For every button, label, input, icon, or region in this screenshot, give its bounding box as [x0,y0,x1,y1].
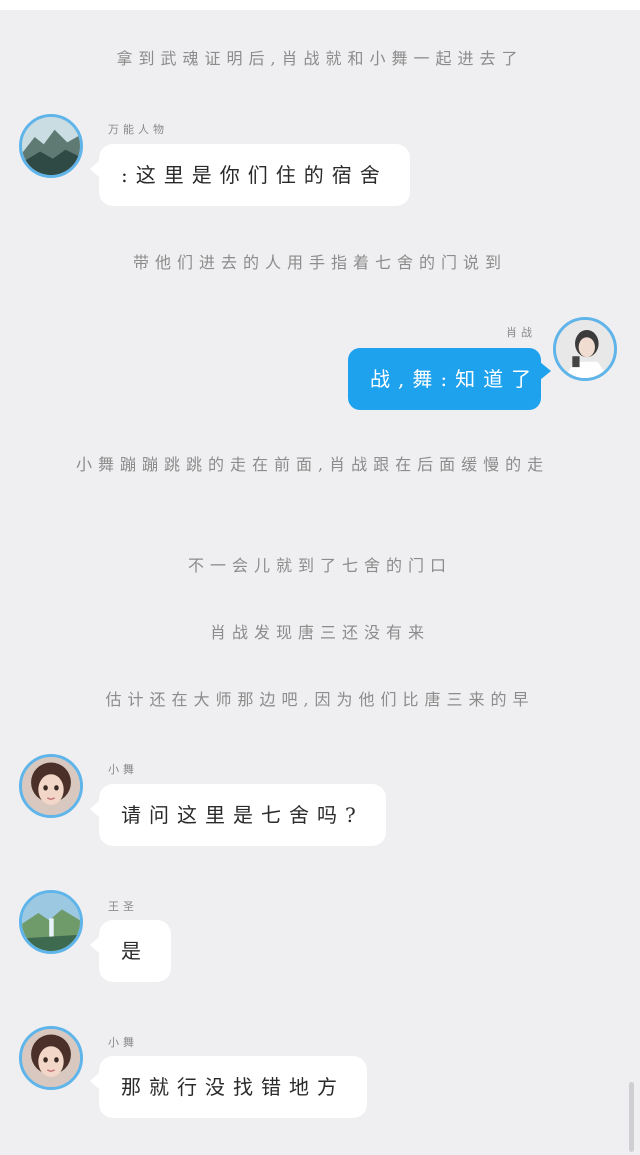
sender-name: 小舞 [108,763,138,776]
waterfall-landscape-avatar[interactable] [19,890,83,954]
sender-name: 肖战 [506,326,536,339]
message-bubble[interactable]: 那就行没找错地方 [90,1056,367,1118]
mountain-landscape-avatar[interactable] [19,114,83,178]
girl-portrait-avatar[interactable] [19,1026,83,1090]
narration-text: 带他们进去的人用手指着七舍的门说到 [132,253,507,272]
girl-portrait-avatar[interactable] [19,754,83,818]
narration-text: 拿到武魂证明后,肖战就和小舞一起进去了 [116,49,524,68]
message-bubble[interactable]: :这里是你们住的宿舍 [90,144,410,206]
sender-name: 万能人物 [108,123,168,136]
girl-portrait-image [22,1029,80,1087]
sender-name: 王圣 [108,900,138,913]
girl-portrait-image [22,757,80,815]
sender-name: 小舞 [108,1036,138,1049]
mountain-landscape-image [22,117,80,175]
narration-text: 估计还在大师那边吧,因为他们比唐三来的早 [105,690,535,709]
message-bubble[interactable]: 是 [90,920,171,982]
narration-text: 肖战发现唐三还没有来 [209,623,430,642]
narration-text: 不一会儿就到了七舍的门口 [187,556,452,575]
person-portrait-image [556,320,614,378]
waterfall-landscape-image [22,893,80,951]
top-bar [0,0,640,10]
message-bubble[interactable]: 战,舞:知道了 [348,348,551,410]
message-bubble[interactable]: 请问这里是七舍吗? [90,784,386,846]
person-portrait-avatar[interactable] [553,317,617,381]
scrollbar[interactable] [629,1082,634,1152]
narration-text: 小舞蹦蹦跳跳的走在前面,肖战跟在后面缓慢的走 [76,455,550,474]
